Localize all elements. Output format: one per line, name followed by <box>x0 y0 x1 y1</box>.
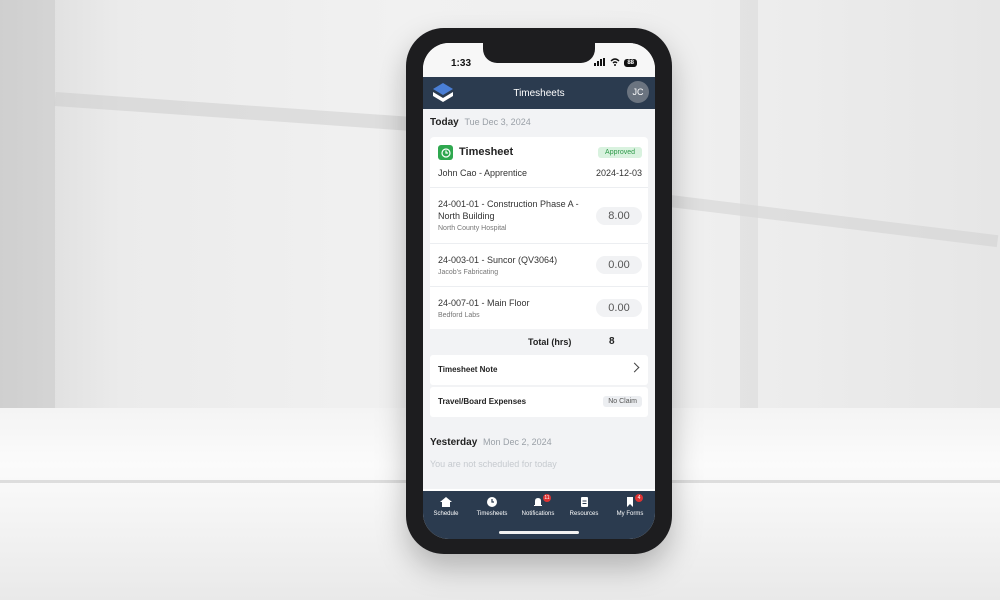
tab-schedule[interactable]: Schedule <box>423 497 469 517</box>
avatar[interactable]: JC <box>627 81 649 103</box>
tab-label: Resources <box>569 511 599 517</box>
job-site: Jacob's Fabricating <box>438 269 499 276</box>
tab-label: My Forms <box>616 511 644 517</box>
today-header: Today Tue Dec 3, 2024 <box>423 109 655 128</box>
job-site: North County Hospital <box>438 225 507 232</box>
yesterday-label: Yesterday <box>430 437 478 448</box>
timesheet-clock-icon <box>438 145 453 160</box>
phone-device: 1:33 88 Timesheets JC Today Tue Dec 3, 2… <box>406 28 672 554</box>
job-row[interactable]: 24-001-01 - Construction Phase A - North… <box>430 187 648 243</box>
not-scheduled-message: You are not scheduled for today <box>430 459 557 469</box>
job-title: 24-007-01 - Main Floor <box>438 298 530 308</box>
tab-timesheets[interactable]: Timesheets <box>469 497 515 517</box>
page-title: Timesheets <box>513 87 565 99</box>
notification-badge: 11 <box>543 494 551 502</box>
forms-badge: 4 <box>635 494 643 502</box>
job-row[interactable]: 24-003-01 - Suncor (QV3064) Jacob's Fabr… <box>430 243 648 286</box>
notch <box>483 43 595 63</box>
phone-screen: 1:33 88 Timesheets JC Today Tue Dec 3, 2… <box>423 43 655 539</box>
timesheet-title: Timesheet <box>459 146 514 158</box>
employee-name: John Cao - Apprentice <box>438 168 528 178</box>
yesterday-header: Yesterday Mon Dec 2, 2024 <box>430 437 552 448</box>
clock-icon <box>487 497 497 507</box>
home-icon <box>440 497 452 507</box>
timesheet-card[interactable]: Timesheet Approved John Cao - Apprentice… <box>430 137 648 329</box>
timesheet-date: 2024-12-03 <box>595 168 642 178</box>
tab-my-forms[interactable]: 4 My Forms <box>607 494 653 517</box>
timesheet-feed[interactable]: Today Tue Dec 3, 2024 Timesheet Approved… <box>423 109 655 489</box>
job-site: Bedford Labs <box>438 312 480 319</box>
job-hours[interactable]: 0.00 <box>596 299 642 317</box>
yesterday-date: Mon Dec 2, 2024 <box>483 437 552 447</box>
tab-label: Schedule <box>433 511 459 517</box>
status-icons: 88 <box>594 57 637 69</box>
job-row[interactable]: 24-007-01 - Main Floor Bedford Labs 0.00 <box>430 286 648 329</box>
signal-icon <box>594 57 606 69</box>
home-indicator[interactable] <box>499 531 579 534</box>
tab-label: Timesheets <box>476 511 508 517</box>
timesheet-note-label: Timesheet Note <box>438 365 498 374</box>
job-title: 24-003-01 - Suncor (QV3064) <box>438 255 558 265</box>
document-icon <box>581 497 588 507</box>
job-title: 24-001-01 - Construction Phase A - North… <box>438 199 579 221</box>
tab-notifications[interactable]: 11 Notifications <box>515 494 561 517</box>
total-value: 8 <box>609 336 615 347</box>
job-hours[interactable]: 8.00 <box>596 207 642 225</box>
today-date: Tue Dec 3, 2024 <box>464 117 531 127</box>
total-row: Total (hrs) 8 <box>423 329 655 355</box>
app-header: Timesheets JC <box>423 77 655 109</box>
timesheet-card-header: Timesheet Approved John Cao - Apprentice… <box>430 137 648 187</box>
today-label: Today <box>430 117 459 128</box>
app-logo-icon[interactable] <box>431 81 455 105</box>
status-time: 1:33 <box>451 57 472 69</box>
shadow <box>0 0 55 420</box>
battery-icon: 88 <box>624 59 637 67</box>
expenses-row[interactable]: Travel/Board Expenses No Claim <box>430 387 648 417</box>
tab-resources[interactable]: Resources <box>561 497 607 517</box>
job-hours[interactable]: 0.00 <box>596 256 642 274</box>
total-label: Total (hrs) <box>528 337 572 347</box>
tab-label: Notifications <box>521 511 555 517</box>
shadow <box>740 0 758 420</box>
expenses-label: Travel/Board Expenses <box>438 397 527 406</box>
expenses-badge: No Claim <box>603 396 642 407</box>
wifi-icon <box>610 57 620 69</box>
timesheet-note-row[interactable]: Timesheet Note <box>430 355 648 385</box>
status-badge: Approved <box>598 147 642 158</box>
chevron-right-icon <box>629 362 640 373</box>
bottom-tab-bar: Schedule Timesheets 11 Notifications Res… <box>423 491 655 539</box>
